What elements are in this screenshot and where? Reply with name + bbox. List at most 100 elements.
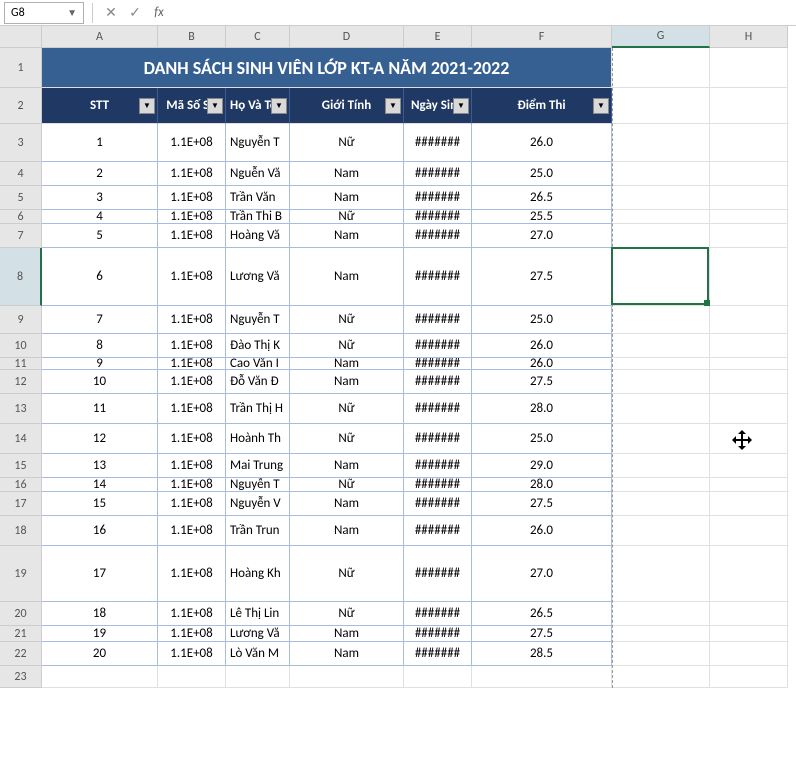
col-header-C[interactable]: C	[226, 26, 290, 48]
data-cell-r15-c1[interactable]: 1.1E+08	[158, 454, 226, 478]
data-cell-r8-c2[interactable]: Lương Vă	[226, 248, 290, 306]
data-cell-r11-c4[interactable]: #######	[404, 358, 472, 370]
cell-H15[interactable]	[710, 454, 788, 478]
row-header-11[interactable]: 11	[0, 358, 42, 370]
cell-G10[interactable]	[612, 334, 710, 358]
col-header-E[interactable]: E	[404, 26, 472, 48]
data-cell-r11-c5[interactable]: 26.0	[472, 358, 612, 370]
data-cell-r21-c1[interactable]: 1.1E+08	[158, 626, 226, 642]
row-header-1[interactable]: 1	[0, 48, 42, 88]
cells-area[interactable]: DANH SÁCH SINH VIÊN LỚP KT-A NĂM 2021-20…	[42, 48, 788, 688]
cell-G5[interactable]	[612, 186, 710, 210]
data-cell-r3-c1[interactable]: 1.1E+08	[158, 124, 226, 162]
cell-G1[interactable]	[612, 48, 710, 88]
data-cell-r6-c1[interactable]: 1.1E+08	[158, 210, 226, 224]
row-header-14[interactable]: 14	[0, 424, 42, 454]
data-cell-r19-c4[interactable]: #######	[404, 546, 472, 602]
data-cell-r11-c0[interactable]: 9	[42, 358, 158, 370]
cell-G23[interactable]	[612, 666, 710, 688]
cell-H5[interactable]	[710, 186, 788, 210]
cell-H18[interactable]	[710, 516, 788, 546]
cell-G15[interactable]	[612, 454, 710, 478]
fx-icon[interactable]: fx	[149, 3, 169, 23]
data-cell-r19-c1[interactable]: 1.1E+08	[158, 546, 226, 602]
data-cell-r18-c5[interactable]: 26.0	[472, 516, 612, 546]
data-cell-r3-c0[interactable]: 1	[42, 124, 158, 162]
cell-H20[interactable]	[710, 602, 788, 626]
cell-G19[interactable]	[612, 546, 710, 602]
data-cell-r7-c1[interactable]: 1.1E+08	[158, 224, 226, 248]
cell-H22[interactable]	[710, 642, 788, 666]
data-cell-r16-c5[interactable]: 28.0	[472, 478, 612, 492]
table-header-4[interactable]: Ngày Sinh▼	[404, 88, 472, 124]
data-cell-r12-c2[interactable]: Đỗ Văn Đ	[226, 370, 290, 394]
data-cell-r17-c4[interactable]: #######	[404, 492, 472, 516]
cell-G9[interactable]	[612, 306, 710, 334]
data-cell-r22-c0[interactable]: 20	[42, 642, 158, 666]
cell-G18[interactable]	[612, 516, 710, 546]
row-header-3[interactable]: 3	[0, 124, 42, 162]
data-cell-r18-c2[interactable]: Trần Trun	[226, 516, 290, 546]
data-cell-r22-c2[interactable]: Lò Văn M	[226, 642, 290, 666]
data-cell-r8-c5[interactable]: 27.5	[472, 248, 612, 306]
data-cell-r7-c3[interactable]: Nam	[290, 224, 404, 248]
data-cell-r20-c5[interactable]: 26.5	[472, 602, 612, 626]
row-header-9[interactable]: 9	[0, 306, 42, 334]
cell-G7[interactable]	[612, 224, 710, 248]
cell-B23[interactable]	[158, 666, 226, 688]
data-cell-r10-c3[interactable]: Nữ	[290, 334, 404, 358]
cell-G20[interactable]	[612, 602, 710, 626]
data-cell-r15-c2[interactable]: Mai Trung	[226, 454, 290, 478]
data-cell-r4-c5[interactable]: 25.0	[472, 162, 612, 186]
data-cell-r14-c5[interactable]: 25.0	[472, 424, 612, 454]
cell-G4[interactable]	[612, 162, 710, 186]
cell-G17[interactable]	[612, 492, 710, 516]
cell-G6[interactable]	[612, 210, 710, 224]
data-cell-r15-c5[interactable]: 29.0	[472, 454, 612, 478]
data-cell-r6-c4[interactable]: #######	[404, 210, 472, 224]
cell-G16[interactable]	[612, 478, 710, 492]
data-cell-r14-c2[interactable]: Hoành Th	[226, 424, 290, 454]
data-cell-r19-c5[interactable]: 27.0	[472, 546, 612, 602]
data-cell-r14-c0[interactable]: 12	[42, 424, 158, 454]
cell-A23[interactable]	[42, 666, 158, 688]
filter-button-2[interactable]: ▼	[271, 98, 287, 114]
data-cell-r5-c5[interactable]: 26.5	[472, 186, 612, 210]
data-cell-r20-c4[interactable]: #######	[404, 602, 472, 626]
data-cell-r11-c3[interactable]: Nam	[290, 358, 404, 370]
data-cell-r22-c4[interactable]: #######	[404, 642, 472, 666]
data-cell-r12-c0[interactable]: 10	[42, 370, 158, 394]
cell-G3[interactable]	[612, 124, 710, 162]
cell-H9[interactable]	[710, 306, 788, 334]
data-cell-r10-c1[interactable]: 1.1E+08	[158, 334, 226, 358]
row-header-5[interactable]: 5	[0, 186, 42, 210]
cell-H16[interactable]	[710, 478, 788, 492]
cell-G8[interactable]	[612, 248, 710, 306]
data-cell-r10-c0[interactable]: 8	[42, 334, 158, 358]
accept-icon[interactable]: ✓	[125, 3, 145, 23]
data-cell-r22-c5[interactable]: 28.5	[472, 642, 612, 666]
data-cell-r13-c5[interactable]: 28.0	[472, 394, 612, 424]
data-cell-r10-c2[interactable]: Đào Thị K	[226, 334, 290, 358]
data-cell-r5-c3[interactable]: Nam	[290, 186, 404, 210]
data-cell-r9-c0[interactable]: 7	[42, 306, 158, 334]
table-header-5[interactable]: Điểm Thi▼	[472, 88, 612, 124]
data-cell-r4-c4[interactable]: #######	[404, 162, 472, 186]
data-cell-r22-c1[interactable]: 1.1E+08	[158, 642, 226, 666]
data-cell-r21-c2[interactable]: Lương Vă	[226, 626, 290, 642]
data-cell-r14-c1[interactable]: 1.1E+08	[158, 424, 226, 454]
data-cell-r15-c0[interactable]: 13	[42, 454, 158, 478]
data-cell-r9-c5[interactable]: 25.0	[472, 306, 612, 334]
col-header-A[interactable]: A	[42, 26, 158, 48]
data-cell-r20-c3[interactable]: Nữ	[290, 602, 404, 626]
cell-G22[interactable]	[612, 642, 710, 666]
data-cell-r8-c0[interactable]: 6	[42, 248, 158, 306]
data-cell-r10-c4[interactable]: #######	[404, 334, 472, 358]
cell-H2[interactable]	[710, 88, 788, 124]
table-header-1[interactable]: Mã Số SV▼	[158, 88, 226, 124]
row-header-10[interactable]: 10	[0, 334, 42, 358]
filter-button-4[interactable]: ▼	[453, 98, 469, 114]
data-cell-r21-c4[interactable]: #######	[404, 626, 472, 642]
cell-H10[interactable]	[710, 334, 788, 358]
data-cell-r13-c1[interactable]: 1.1E+08	[158, 394, 226, 424]
